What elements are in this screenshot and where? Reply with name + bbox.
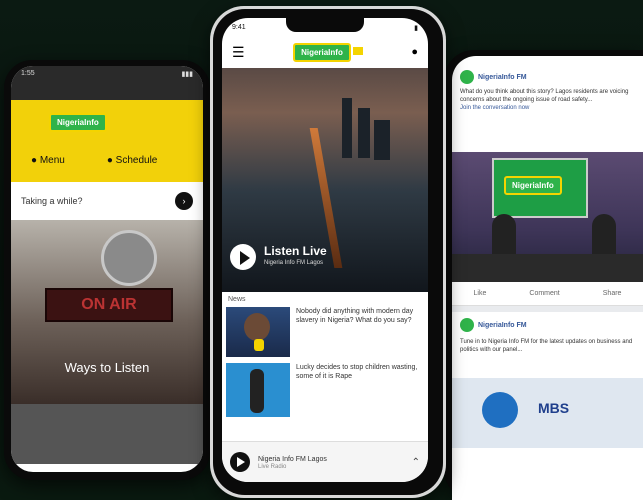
schedule-icon: ●: [106, 155, 113, 166]
post-video[interactable]: NigeriaInfo: [452, 152, 643, 282]
left-search[interactable]: Taking a while? ›: [11, 182, 203, 220]
left-logo: NigeriaInfo: [49, 112, 107, 132]
on-air-sign: ON AIR: [45, 288, 173, 322]
building: [374, 120, 390, 160]
status-time: 1:55: [21, 70, 35, 77]
player-info: Nigeria Info FM Lagos Live Radio: [258, 455, 404, 470]
left-status-bar: 1:55 ▮▮▮: [11, 66, 203, 100]
mbs-logo: MBS: [538, 400, 570, 416]
page-name-2[interactable]: NigeriaInfo FM: [478, 322, 527, 329]
player-play-icon[interactable]: [230, 452, 250, 472]
post-text: What do you think about this story? Lago…: [460, 89, 629, 103]
center-phone: 9:41 ▮ ☰ NigeriaInfo ● Listen Live Nigeri…: [210, 6, 446, 498]
microphone-icon: [101, 230, 157, 286]
play-icon[interactable]: [230, 244, 256, 270]
section-label: News: [228, 296, 246, 303]
player-subtitle: Live Radio: [258, 463, 287, 470]
studio-screen: NigeriaInfo: [492, 158, 588, 218]
status-time: 9:41: [232, 24, 246, 31]
hero-city-image[interactable]: Listen Live Nigeria Info FM Lagos: [222, 68, 428, 292]
schedule-button[interactable]: ● Schedule: [107, 155, 158, 166]
chevron-up-icon[interactable]: ⌃: [412, 457, 420, 468]
news-text-1: Nobody did anything with modern day slav…: [296, 308, 414, 324]
post-header: NigeriaInfo FM: [452, 56, 643, 88]
post2-image[interactable]: MBS: [452, 378, 643, 448]
child-face: [244, 313, 270, 341]
center-logo: NigeriaInfo: [293, 42, 363, 62]
right-phone: NigeriaInfo FM What do you think about t…: [444, 50, 643, 500]
hero-image[interactable]: ON AIR Ways to Listen: [11, 220, 203, 404]
building: [342, 98, 352, 158]
share-button[interactable]: Share: [603, 290, 622, 297]
signal-icon: ▮▮▮: [181, 71, 193, 78]
player-title: Nigeria Info FM Lagos: [258, 455, 327, 463]
right-screen: NigeriaInfo FM What do you think about t…: [452, 56, 643, 500]
arrow-icon[interactable]: ›: [175, 192, 193, 210]
listen-live-subtitle: Nigeria Info FM Lagos: [264, 260, 324, 266]
news-text-2: Lucky decides to stop children wasting, …: [296, 364, 418, 380]
person-figure: [250, 369, 264, 413]
post2-body: Tune in to Nigeria Info FM for the lates…: [452, 338, 643, 378]
building: [358, 108, 370, 158]
menu-button[interactable]: ● Menu: [31, 155, 65, 166]
post2-header: NigeriaInfo FM: [452, 312, 643, 338]
notch: [286, 18, 364, 32]
news-item-2[interactable]: Lucky decides to stop children wasting, …: [222, 361, 428, 421]
brand-logo: NigeriaInfo: [49, 113, 107, 132]
presenter-left: [492, 214, 516, 254]
page-name[interactable]: NigeriaInfo FM: [478, 74, 527, 81]
center-header: ☰ NigeriaInfo ●: [222, 36, 428, 68]
news-item-1[interactable]: Nobody did anything with modern day slav…: [222, 305, 428, 361]
search-text: Taking a while?: [21, 195, 83, 206]
battery-icon: ▮: [414, 25, 418, 32]
left-header: NigeriaInfo ● Menu ● Schedule: [11, 100, 203, 182]
hero-caption: Ways to Listen: [64, 360, 150, 375]
page-avatar[interactable]: [460, 70, 474, 84]
post-text-2[interactable]: Join the conversation now: [460, 104, 635, 113]
mini-player[interactable]: Nigeria Info FM Lagos Live Radio ⌃: [222, 441, 428, 482]
left-phone: 1:55 ▮▮▮ NigeriaInfo ● Menu ● Schedule Ta…: [4, 60, 210, 480]
studio-logo: NigeriaInfo: [504, 176, 562, 195]
studio-desk: [452, 254, 643, 282]
comment-button[interactable]: Comment: [529, 290, 559, 297]
like-button[interactable]: Like: [474, 290, 487, 297]
mic-accent: [254, 339, 264, 351]
post-actions: Like Comment Share: [452, 282, 643, 306]
hamburger-menu-icon[interactable]: ☰: [232, 44, 245, 61]
left-screen: 1:55 ▮▮▮ NigeriaInfo ● Menu ● Schedule Ta…: [11, 66, 203, 472]
left-nav: ● Menu ● Schedule: [31, 155, 157, 166]
chat-icon[interactable]: ●: [411, 46, 418, 58]
news-thumb-2: [226, 363, 290, 417]
listen-live-title[interactable]: Listen Live: [264, 244, 327, 258]
news-thumb-1: [226, 307, 290, 357]
center-screen: 9:41 ▮ ☰ NigeriaInfo ● Listen Live Nigeri…: [222, 18, 428, 482]
brand-logo: NigeriaInfo: [293, 43, 351, 62]
presenter-right: [592, 214, 616, 254]
post2-text: Tune in to Nigeria Info FM for the lates…: [460, 339, 633, 353]
logo-accent: [352, 46, 363, 55]
page-avatar-2[interactable]: [460, 318, 474, 332]
globe-icon: [482, 392, 518, 428]
post-body: What do you think about this story? Lago…: [452, 88, 643, 152]
menu-icon: ●: [31, 155, 38, 166]
next-card-image[interactable]: [11, 404, 203, 464]
